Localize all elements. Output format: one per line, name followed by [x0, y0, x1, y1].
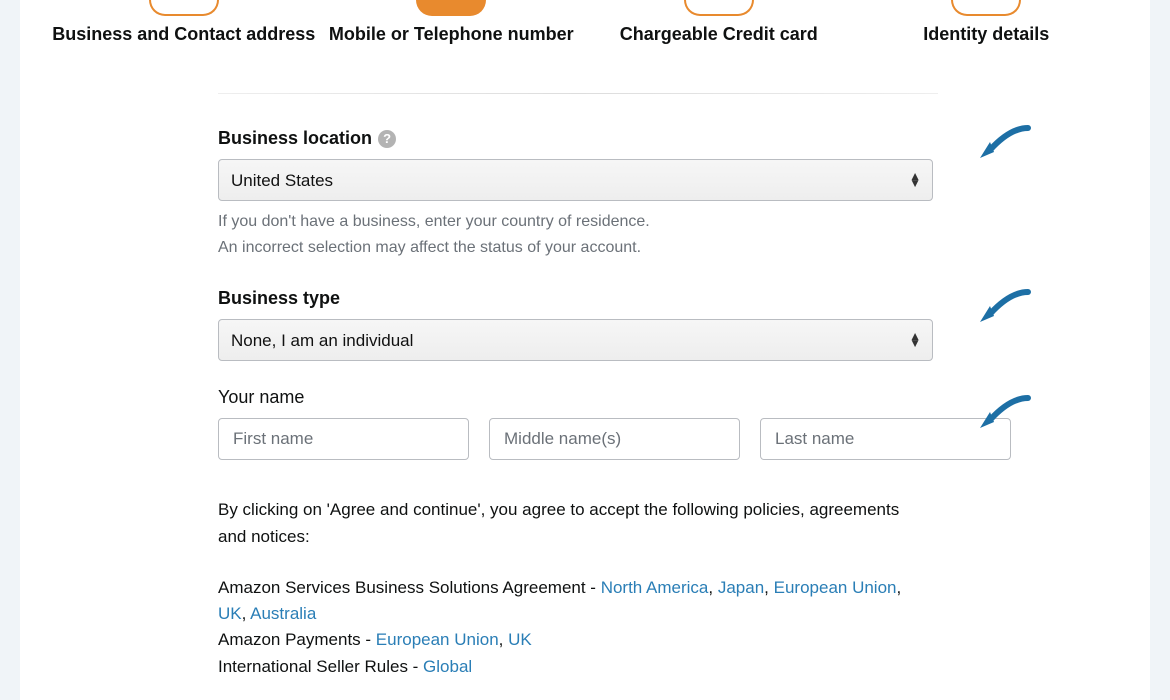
agreement-line: Amazon Payments - European Union, UK: [218, 627, 933, 653]
step-business-contact: Business and Contact address: [50, 0, 318, 45]
link-uk[interactable]: UK: [218, 604, 242, 623]
link-eu[interactable]: European Union: [774, 578, 897, 597]
field-your-name: Your name: [218, 387, 933, 460]
step-label: Identity details: [923, 24, 1049, 45]
progress-steps: Business and Contact address Mobile or T…: [20, 0, 1150, 45]
first-name-input[interactable]: [218, 418, 469, 460]
link-australia[interactable]: Australia: [250, 604, 316, 623]
step-circle: [149, 0, 219, 16]
middle-name-input[interactable]: [489, 418, 740, 460]
step-credit-card: Chargeable Credit card: [585, 0, 853, 45]
step-circle: [684, 0, 754, 16]
agreement-line: International Seller Rules - Global: [218, 654, 933, 680]
link-japan[interactable]: Japan: [718, 578, 764, 597]
step-label: Business and Contact address: [52, 24, 315, 45]
link-north-america[interactable]: North America: [601, 578, 709, 597]
agreement-prefix: International Seller Rules -: [218, 657, 423, 676]
annotation-arrow-icon: [966, 286, 1034, 330]
step-circle-active: [416, 0, 486, 16]
link-uk-payments[interactable]: UK: [508, 630, 532, 649]
step-label: Mobile or Telephone number: [329, 24, 574, 45]
field-business-type: Business type None, I am an individual ▲…: [218, 288, 933, 361]
label-text: Business location: [218, 128, 372, 149]
step-mobile: Mobile or Telephone number: [318, 0, 586, 45]
help-icon[interactable]: ?: [378, 130, 396, 148]
business-location-label: Business location ?: [218, 128, 396, 149]
link-eu-payments[interactable]: European Union: [376, 630, 499, 649]
step-identity: Identity details: [853, 0, 1121, 45]
step-label: Chargeable Credit card: [620, 24, 818, 45]
agreements-list: Amazon Services Business Solutions Agree…: [218, 575, 933, 680]
your-name-label: Your name: [218, 387, 933, 408]
last-name-input[interactable]: [760, 418, 1011, 460]
business-location-select[interactable]: United States: [218, 159, 933, 201]
agreement-prefix: Amazon Payments -: [218, 630, 376, 649]
business-location-helper: If you don't have a business, enter your…: [218, 209, 933, 260]
helper-line: An incorrect selection may affect the st…: [218, 235, 933, 261]
step-circle: [951, 0, 1021, 16]
agreement-prefix: Amazon Services Business Solutions Agree…: [218, 578, 601, 597]
helper-line: If you don't have a business, enter your…: [218, 209, 933, 235]
annotation-arrow-icon: [966, 122, 1034, 166]
field-business-location: Business location ? United States ▲▼ If …: [218, 128, 933, 260]
agree-notice: By clicking on 'Agree and continue', you…: [218, 496, 918, 550]
business-type-select[interactable]: None, I am an individual: [218, 319, 933, 361]
link-global[interactable]: Global: [423, 657, 472, 676]
business-type-label: Business type: [218, 288, 340, 309]
divider: [218, 93, 938, 94]
agreement-line: Amazon Services Business Solutions Agree…: [218, 575, 933, 628]
